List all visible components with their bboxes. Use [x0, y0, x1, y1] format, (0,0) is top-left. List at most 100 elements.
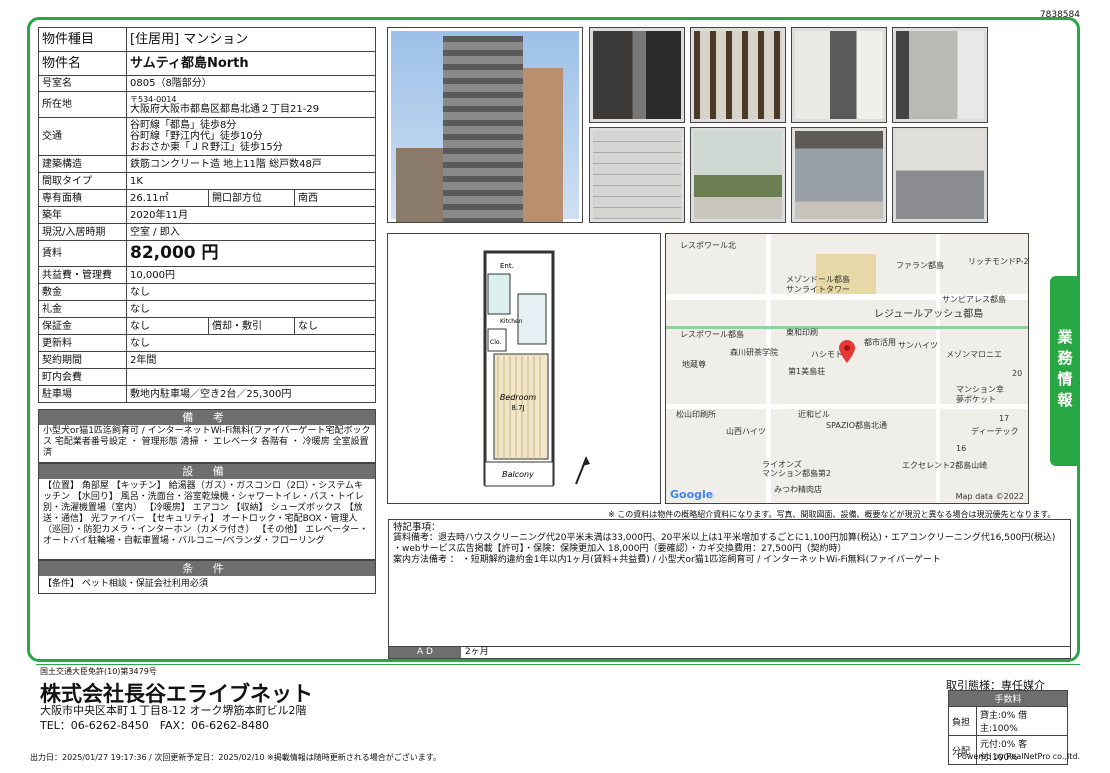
north-arrow-icon [575, 456, 590, 485]
ad-label: A D [389, 647, 461, 658]
area-label: 専有面積 [38, 189, 127, 207]
council-value [126, 368, 376, 386]
map-label-26: みつわ精肉店 [774, 485, 822, 494]
map-label-24: マンション都島第2 [762, 469, 832, 478]
map-label-2: リッチモンドP-20 [968, 257, 1029, 266]
burden-label: 負担 [948, 706, 977, 736]
traffic-2: おおさか東「ＪＲ野江」徒歩15分 [130, 142, 283, 153]
photo-exterior [690, 127, 786, 223]
dir-label: 開口部方位 [208, 189, 295, 207]
footer-left: 出力日：2025/01/27 19:17:36 / 次回更新予定日：2025/0… [30, 753, 441, 762]
map-label-15: 第1美島荘 [788, 367, 826, 376]
amort-value: なし [294, 317, 376, 335]
name-label: 物件名 [38, 51, 127, 76]
notes-title: 特記事項： [393, 522, 441, 533]
photo-mailbox [589, 127, 685, 223]
license: 国土交通大臣免許(10)第3479号 [40, 667, 157, 676]
rent-value: 82,000 円 [126, 240, 376, 267]
map-label-7: レスポワール都島 [680, 330, 744, 339]
fp-clo: Clo. [490, 339, 501, 346]
term-value: 2年間 [126, 351, 376, 369]
doc-id: 7838584 [1039, 10, 1080, 20]
map-label-27: 20 [1012, 369, 1023, 378]
company-address: 大阪市中央区本町１丁目8-12 オーク堺筋本町ビル2階 [40, 704, 307, 717]
footer-right: Powered by RealNetPro co.,ltd. [957, 752, 1080, 761]
remarks-text: 小型犬or猫1匹迄飼育可 / インターネットWi-Fi無料(ファイバーゲート宅配… [43, 426, 371, 458]
key-label: 礼金 [38, 300, 127, 318]
parking-value: 敷地内駐車場／空き2台／25,300円 [126, 385, 376, 403]
rent-label: 賃料 [38, 240, 127, 267]
map-label-19: 近和ビル [798, 410, 830, 419]
name-value: サムティ都島North [126, 51, 376, 76]
renew-label: 更新料 [38, 334, 127, 352]
addr-label: 所在地 [38, 91, 127, 118]
company-tel: TEL：06-6262-8450 FAX：06-6262-8480 [40, 719, 270, 732]
floorplan-panel: Bedroom 8.7J Balcony Ent. Kitchen Clo. [387, 233, 661, 504]
status-label: 現況/入居時期 [38, 223, 127, 241]
map-label-11: 森川研茶学院 [730, 348, 778, 357]
building-photo [387, 27, 583, 223]
map-label-17: 夢ポケット [956, 395, 996, 404]
map-panel: レスポワール北 ファラン都島 リッチモンドP-20 メゾンドール都島 サンライト… [665, 233, 1029, 504]
map-label-5: サンピアレス都島 [942, 295, 1006, 304]
fee-label: 共益費・管理費 [38, 266, 127, 284]
fp-size: 8.7J [511, 404, 524, 412]
google-logo: Google [670, 488, 714, 501]
map-label-1: ファラン都島 [896, 261, 944, 270]
room-label: 号室名 [38, 75, 127, 92]
layout-label: 間取タイプ [38, 172, 127, 190]
age-value: 2020年11月 [126, 206, 376, 224]
layout-value: 1K [126, 172, 376, 190]
map-label-28: 17 [999, 414, 1010, 423]
fee-value: 10,000円 [126, 266, 376, 284]
ad-row: A D 2ヶ月 [388, 646, 1071, 659]
conditions-text: 【条件】 ペット相談・保証会社利用必須 [43, 579, 208, 589]
equipment-section: 設 備 【位置】 角部屋 【キッチン】 給湯器（ガス）・ガスコンロ（2口）・シス… [38, 463, 376, 560]
type-label: 物件種目 [38, 27, 127, 52]
conditions-section: 条 件 【条件】 ペット相談・保証会社利用必須 [38, 560, 376, 594]
amort-label: 償却・敷引 [208, 317, 295, 335]
photo-window [791, 127, 887, 223]
type-value: [住居用] マンション [126, 27, 376, 52]
age-label: 築年 [38, 206, 127, 224]
ad-value: 2ヶ月 [465, 647, 489, 657]
floorplan-drawing: Bedroom 8.7J Balcony Ent. Kitchen Clo. [483, 250, 590, 487]
conditions-title: 条 件 [39, 561, 375, 576]
map-data: Map data ©2022 [955, 492, 1024, 501]
traffic-label: 交通 [38, 117, 127, 156]
deposit-label: 敷金 [38, 283, 127, 301]
traffic-0: 谷町線「都島」徒歩8分 [130, 120, 237, 131]
guarantee-value: なし [126, 317, 209, 335]
term-label: 契約期間 [38, 351, 127, 369]
guarantee-label: 保証金 [38, 317, 127, 335]
photo-autolock [791, 27, 887, 123]
council-label: 町内会費 [38, 368, 127, 386]
fee-title: 手数料 [948, 690, 1068, 707]
structure-label: 建築構造 [38, 155, 127, 173]
structure-value: 鉄筋コンクリート造 地上11階 総戸数48戸 [126, 155, 376, 173]
map-label-20: ディーテック [971, 427, 1019, 436]
map-label-21: SPAZIO都島北通 [826, 421, 887, 430]
equipment-text: 【位置】 角部屋 【キッチン】 給湯器（ガス）・ガスコンロ（2口）・システムキッ… [43, 481, 369, 546]
fp-bedroom: Bedroom [500, 393, 537, 402]
area-value: 26.11㎡ [126, 189, 209, 207]
fp-balcony: Balcony [502, 470, 534, 479]
map-label-22: 山西ハイツ [726, 427, 766, 436]
fp-kitchen: Kitchen [500, 318, 523, 325]
notes-section: 特記事項： 賃料備考：退去時ハウスクリーニング代20平米未満は33,000円、2… [388, 519, 1071, 647]
map-marker-icon [838, 340, 856, 364]
status-value: 空室 / 即入 [126, 223, 376, 241]
notes-line2: ・webサービス広告掲載【許可】・保険：保険更加入 18,000円（要確認）・カ… [393, 544, 847, 554]
spec-table: 物件種目 [住居用] マンション 物件名 サムティ都島North 号室名 0805（8… [38, 27, 376, 403]
room-value: 0805（8階部分） [126, 75, 376, 92]
notes-line3: 案内方法備考 ： ・短期解約違約金1年以内1ヶ月(賃料+共益費) / 小型犬or… [393, 555, 941, 565]
key-value: なし [126, 300, 376, 318]
map-label-18: 松山印刷所 [676, 410, 716, 419]
renew-value: なし [126, 334, 376, 352]
map-label-29: 16 [956, 444, 967, 453]
remarks-section: 備 考 小型犬or猫1匹迄飼育可 / インターネットWi-Fi無料(ファイバーゲ… [38, 409, 376, 463]
map-label-6: レジュールアッシュ都島 [874, 309, 984, 320]
burden-value: 貸主:0% 借主:100% [976, 706, 1068, 736]
sidebar-tab-business-info[interactable]: 業務情報 [1050, 276, 1080, 466]
map-label-10: サンハイツ [898, 341, 938, 350]
